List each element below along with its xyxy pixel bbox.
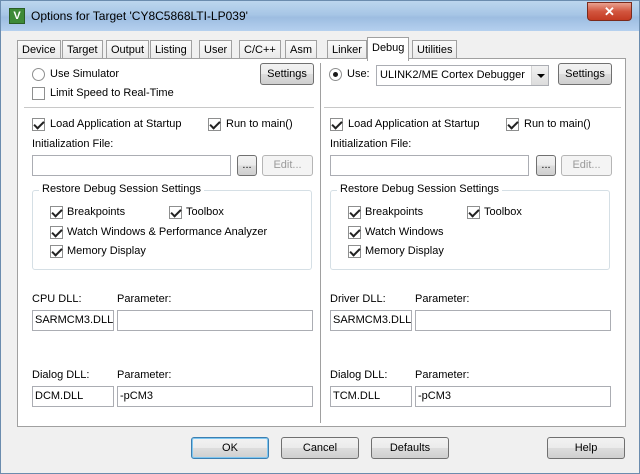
options-dialog: V Options for Target 'CY8C5868LTI-LP039'… (0, 0, 640, 474)
tab-c-cpp[interactable]: C/C++ (239, 40, 281, 60)
left-load-app-checkbox[interactable] (32, 118, 45, 131)
tab-linker[interactable]: Linker (327, 40, 367, 60)
chevron-down-icon[interactable] (531, 66, 548, 85)
limit-speed-checkbox[interactable] (32, 87, 45, 100)
limit-speed-label: Limit Speed to Real-Time (50, 87, 174, 99)
right-watch-windows-label: Watch Windows (365, 226, 444, 238)
defaults-button[interactable]: Defaults (371, 437, 449, 459)
left-toolbox-checkbox[interactable] (169, 206, 182, 219)
title-bar[interactable]: V Options for Target 'CY8C5868LTI-LP039'… (1, 1, 639, 31)
right-load-app-label: Load Application at Startup (348, 118, 480, 130)
driver-parameter-label: Parameter: (415, 293, 470, 305)
right-load-app-checkbox[interactable] (330, 118, 343, 131)
left-separator (24, 107, 314, 108)
left-init-file-edit-button[interactable]: Edit... (262, 155, 313, 176)
cpu-parameter-input[interactable] (117, 310, 313, 331)
driver-dll-input[interactable]: SARMCM3.DLL (330, 310, 412, 331)
tab-utilities[interactable]: Utilities (412, 40, 458, 60)
debug-tab-panel: Use Simulator Limit Speed to Real-Time S… (17, 58, 626, 427)
left-init-file-input[interactable] (32, 155, 231, 176)
right-toolbox-label: Toolbox (484, 206, 522, 218)
tab-user[interactable]: User (199, 40, 233, 60)
cpu-dll-label: CPU DLL: (32, 293, 82, 305)
left-watch-windows-label: Watch Windows & Performance Analyzer (67, 226, 268, 238)
left-breakpoints-checkbox[interactable] (50, 206, 63, 219)
right-dialog-dll-input[interactable]: TCM.DLL (330, 386, 412, 407)
right-run-to-main-checkbox[interactable] (506, 118, 519, 131)
left-init-file-label: Initialization File: (32, 138, 114, 150)
right-watch-windows-checkbox[interactable] (348, 226, 361, 239)
right-breakpoints-label: Breakpoints (365, 206, 424, 218)
simulator-settings-button[interactable]: Settings (260, 63, 314, 85)
tab-target[interactable]: Target (62, 40, 103, 60)
right-init-file-input[interactable] (330, 155, 529, 176)
right-init-file-label: Initialization File: (330, 138, 412, 150)
right-breakpoints-checkbox[interactable] (348, 206, 361, 219)
right-dialog-parameter-input[interactable]: -pCM3 (415, 386, 611, 407)
window-title: Options for Target 'CY8C5868LTI-LP039' (31, 9, 248, 23)
use-simulator-label: Use Simulator (50, 68, 120, 80)
left-dialog-dll-label: Dialog DLL: (32, 369, 90, 381)
right-restore-settings-group: Restore Debug Session Settings Breakpoin… (330, 183, 610, 270)
left-run-to-main-label: Run to main() (226, 118, 293, 130)
cancel-button[interactable]: Cancel (281, 437, 359, 459)
help-button[interactable]: Help (547, 437, 625, 459)
left-restore-settings-group: Restore Debug Session Settings Breakpoin… (32, 183, 312, 270)
left-run-to-main-checkbox[interactable] (208, 118, 221, 131)
tab-output[interactable]: Output (106, 40, 150, 60)
right-dialog-parameter-label: Parameter: (415, 369, 470, 381)
left-breakpoints-label: Breakpoints (67, 206, 126, 218)
left-dialog-dll-input[interactable]: DCM.DLL (32, 386, 114, 407)
right-separator (324, 107, 621, 108)
use-target-radio[interactable] (329, 68, 342, 81)
left-watch-windows-checkbox[interactable] (50, 226, 63, 239)
left-toolbox-label: Toolbox (186, 206, 224, 218)
left-load-app-label: Load Application at Startup (50, 118, 182, 130)
close-button[interactable]: ✕ (587, 2, 632, 21)
tab-listing[interactable]: Listing (150, 40, 192, 60)
debugger-select[interactable]: ULINK2/ME Cortex Debugger (376, 65, 549, 86)
right-restore-settings-title: Restore Debug Session Settings (337, 183, 502, 195)
right-dialog-dll-label: Dialog DLL: (330, 369, 388, 381)
left-restore-settings-title: Restore Debug Session Settings (39, 183, 204, 195)
driver-parameter-input[interactable] (415, 310, 611, 331)
right-toolbox-checkbox[interactable] (467, 206, 480, 219)
use-target-label: Use: (347, 68, 370, 80)
tab-debug[interactable]: Debug (367, 37, 410, 61)
left-init-file-browse-button[interactable]: ... (237, 155, 257, 176)
left-dialog-parameter-input[interactable]: -pCM3 (117, 386, 313, 407)
right-run-to-main-label: Run to main() (524, 118, 591, 130)
debugger-settings-button[interactable]: Settings (558, 63, 612, 85)
left-dialog-parameter-label: Parameter: (117, 369, 172, 381)
right-init-file-edit-button[interactable]: Edit... (561, 155, 612, 176)
dialog-client: Device Target Output Listing User C/C++ … (9, 31, 633, 467)
right-memory-display-label: Memory Display (365, 245, 444, 257)
ok-button[interactable]: OK (191, 437, 269, 459)
tab-device[interactable]: Device (17, 40, 61, 60)
app-icon: V (9, 8, 25, 24)
left-memory-display-label: Memory Display (67, 245, 146, 257)
right-init-file-browse-button[interactable]: ... (536, 155, 556, 176)
cpu-parameter-label: Parameter: (117, 293, 172, 305)
cpu-dll-input[interactable]: SARMCM3.DLL (32, 310, 114, 331)
right-memory-display-checkbox[interactable] (348, 245, 361, 258)
use-simulator-radio[interactable] (32, 68, 45, 81)
driver-dll-label: Driver DLL: (330, 293, 386, 305)
panel-divider (320, 63, 321, 423)
debugger-select-value: ULINK2/ME Cortex Debugger (380, 69, 525, 81)
tab-asm[interactable]: Asm (285, 40, 317, 60)
left-memory-display-checkbox[interactable] (50, 245, 63, 258)
